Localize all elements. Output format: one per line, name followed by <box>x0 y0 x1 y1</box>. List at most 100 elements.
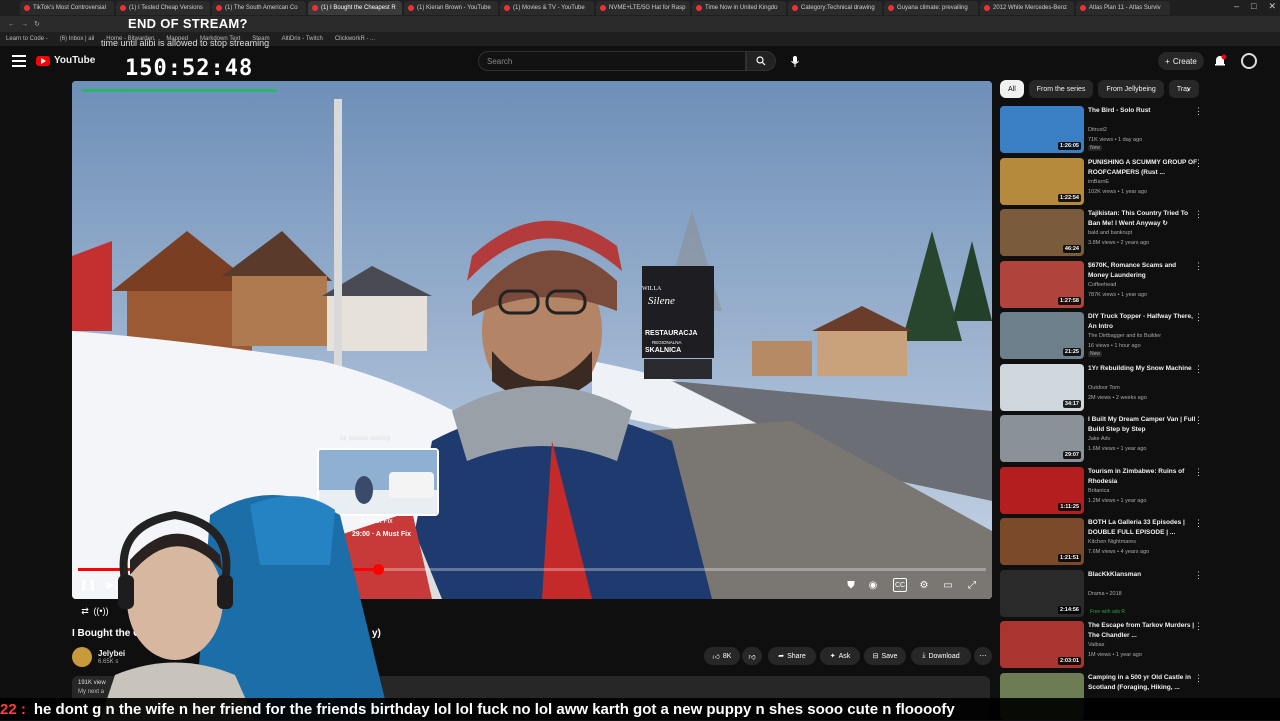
recommendation-item[interactable]: 21:25 DIY Truck Topper - Halfway There, A… <box>1000 312 1205 360</box>
recommendation-title[interactable]: 1Yr Rebuilding My Snow Machine <box>1088 364 1198 374</box>
more-vertical-icon[interactable]: ⋮ <box>1194 673 1203 684</box>
recommendation-thumbnail[interactable]: 1:21:51 <box>1000 518 1084 565</box>
fullscreen-icon[interactable]: ⤢ <box>965 578 979 592</box>
recommendation-item[interactable]: 34:17 1Yr Rebuilding My Snow Machine Outdo… <box>1000 363 1205 412</box>
recommendation-item[interactable]: 1:11:25 Tourism in Zimbabwe: Ruins of Rho… <box>1000 466 1205 515</box>
browser-tab[interactable]: Time Now in United Kingdo <box>692 1 786 15</box>
more-vertical-icon[interactable]: ⋮ <box>1194 467 1203 478</box>
recommendation-channel[interactable]: Vaibas <box>1088 642 1104 648</box>
recommendation-channel[interactable]: bald and bankrupt <box>1088 230 1132 236</box>
captions-icon[interactable]: CC <box>893 578 907 592</box>
more-vertical-icon[interactable]: ⋮ <box>1194 364 1203 375</box>
browser-tab[interactable]: NVME+LTE/5G Hat for Rasp <box>596 1 690 15</box>
browser-tab[interactable]: (1) I Bought the Cheapest R <box>308 1 402 15</box>
more-vertical-icon[interactable]: ⋮ <box>1194 158 1203 169</box>
more-vertical-icon[interactable]: ⋮ <box>1194 106 1203 117</box>
close-icon[interactable]: ✕ <box>1268 1 1276 12</box>
recommendation-channel[interactable]: Jake Adv <box>1088 436 1110 442</box>
dislike-button[interactable]: 👎︎ <box>742 647 762 665</box>
search-input[interactable]: Search <box>478 51 746 71</box>
recommendation-thumbnail[interactable]: 2:03:01 <box>1000 621 1084 668</box>
autoplay-toggle-icon[interactable]: ◉ <box>866 578 880 592</box>
recommendation-title[interactable]: PUNISHING A SCUMMY GROUP OF ROOFCAMPERS … <box>1088 158 1198 178</box>
more-vertical-icon[interactable]: ⋮ <box>1194 209 1203 220</box>
recommendation-thumbnail[interactable]: 1:22:54 <box>1000 157 1084 205</box>
recommendation-thumbnail[interactable]: 1:27:58 <box>1000 260 1084 308</box>
recommendation-thumbnail[interactable]: 29:07 <box>1000 415 1084 462</box>
recommendation-item[interactable]: 1:27:58 $670K, Romance Scams and Money La… <box>1000 260 1205 309</box>
recommendation-item[interactable]: 1:21:51 BOTH La Galleria 33 Episodes | DO… <box>1000 518 1205 566</box>
filter-chip[interactable]: From Jellybeing <box>1098 80 1164 98</box>
create-button[interactable]: + Create <box>1158 52 1204 70</box>
maximize-icon[interactable]: □ <box>1251 1 1256 12</box>
more-vertical-icon[interactable]: ⋮ <box>1194 570 1203 581</box>
recommendation-thumbnail[interactable]: 1:11:25 <box>1000 466 1084 514</box>
recommendation-thumbnail[interactable]: 1:26:05 <box>1000 106 1084 153</box>
recommendation-title[interactable]: I Built My Dream Camper Van | Full Build… <box>1088 415 1198 435</box>
filter-chip[interactable]: From the series <box>1028 80 1094 98</box>
recommendation-item[interactable]: 2:03:01 The Escape from Tarkov Murders | … <box>1000 621 1205 669</box>
browser-tab[interactable]: Category:Technical drawing <box>788 1 882 15</box>
loop-icon[interactable]: ⇄ <box>79 605 91 617</box>
like-button[interactable]: 👍︎ 8K <box>704 647 740 665</box>
recommendation-thumbnail[interactable]: 21:25 <box>1000 312 1084 359</box>
browser-tab[interactable]: Atlas Plan 11 - Atlas Surviv <box>1076 1 1170 15</box>
bookmark-item[interactable]: Learn to Code - <box>6 36 48 42</box>
recommendation-channel[interactable]: Ditrust2 <box>1088 127 1107 133</box>
more-vertical-icon[interactable]: ⋮ <box>1194 261 1203 272</box>
browser-tab[interactable]: (1) Movies & TV - YouTube <box>500 1 594 15</box>
download-button[interactable]: ⤓ Download <box>911 647 971 665</box>
recommendation-title[interactable]: BlacKkKlansman <box>1088 570 1198 580</box>
theater-mode-icon[interactable]: ▭ <box>941 578 955 592</box>
recommendation-title[interactable]: The Escape from Tarkov Murders | The Cha… <box>1088 621 1198 641</box>
notifications-bell-icon[interactable] <box>1213 54 1227 68</box>
bookmark-item[interactable]: ClickworkR - ... <box>335 36 375 42</box>
browser-tab[interactable]: 2012 White Mercedes-Benz <box>980 1 1074 15</box>
recommendation-title[interactable]: Camping in a 500 yr Old Castle in Scotla… <box>1088 673 1198 693</box>
more-actions-button[interactable]: ⋯ <box>974 647 992 665</box>
browser-tab[interactable]: (1) Kieran Brown - YouTube <box>404 1 498 15</box>
recommendation-title[interactable]: BOTH La Galleria 33 Episodes | DOUBLE FU… <box>1088 518 1198 538</box>
recommendation-item[interactable]: 2:14:56 BlacKkKlansman Drama • 2018 Free wi… <box>1000 569 1205 618</box>
more-vertical-icon[interactable]: ⋮ <box>1194 621 1203 632</box>
recommendation-thumbnail[interactable]: 2:14:56 <box>1000 569 1084 617</box>
pause-icon[interactable]: ❚❚ <box>80 578 97 592</box>
settings-gear-icon[interactable]: ⚙ <box>917 578 931 592</box>
recommendation-channel[interactable]: Coffeehead <box>1088 282 1116 288</box>
forward-icon[interactable]: → <box>21 21 28 28</box>
recommendation-title[interactable]: $670K, Romance Scams and Money Launderin… <box>1088 261 1198 281</box>
recommendation-channel[interactable]: Britanica <box>1088 488 1109 494</box>
chevron-right-icon[interactable]: › <box>1181 82 1195 96</box>
minimize-icon[interactable]: – <box>1234 1 1239 12</box>
recommendation-title[interactable]: The Bird - Solo Rust <box>1088 106 1198 116</box>
recommendation-item[interactable]: 1:26:05 The Bird - Solo Rust Ditrust2 71K v… <box>1000 106 1205 154</box>
search-button[interactable] <box>746 51 776 71</box>
more-vertical-icon[interactable]: ⋮ <box>1194 518 1203 529</box>
shield-icon[interactable]: ⛊ <box>844 578 858 592</box>
recommendation-item[interactable]: 46:24 Tajikistan: This Country Tried To B… <box>1000 209 1205 257</box>
reload-icon[interactable]: ↻ <box>34 20 40 28</box>
recommendation-title[interactable]: Tajikistan: This Country Tried To Ban Me… <box>1088 209 1198 229</box>
recommendation-item[interactable]: 1:22:54 PUNISHING A SCUMMY GROUP OF ROOFC… <box>1000 157 1205 206</box>
recommendation-item[interactable]: 29:07 I Built My Dream Camper Van | Full … <box>1000 415 1205 463</box>
share-button[interactable]: ➦ Share <box>768 647 816 665</box>
recommendation-channel[interactable]: imBarnE <box>1088 179 1109 185</box>
recommendation-channel[interactable]: Outdoor Tom <box>1088 385 1120 391</box>
save-button[interactable]: ⊟ Save <box>864 647 906 665</box>
more-vertical-icon[interactable]: ⋮ <box>1194 415 1203 426</box>
voice-search-button[interactable] <box>784 51 806 71</box>
browser-tab[interactable]: Guyana climate: prevailing <box>884 1 978 15</box>
back-icon[interactable]: ← <box>8 21 15 28</box>
recommendation-thumbnail[interactable]: 34:17 <box>1000 363 1084 411</box>
more-vertical-icon[interactable]: ⋮ <box>1194 312 1203 323</box>
recommendation-thumbnail[interactable]: 46:24 <box>1000 209 1084 256</box>
hamburger-menu-icon[interactable] <box>12 55 26 67</box>
ask-button[interactable]: ✦ Ask <box>820 647 860 665</box>
recommendation-channel[interactable]: Kitchen Nightmares <box>1088 539 1136 545</box>
account-avatar[interactable] <box>1241 53 1257 69</box>
filter-chip[interactable]: All <box>1000 80 1024 98</box>
recommendation-title[interactable]: DIY Truck Topper - Halfway There, An Int… <box>1088 312 1198 332</box>
recommendation-channel[interactable]: The Dirtbagger and its Builder <box>1088 333 1161 339</box>
recommendation-title[interactable]: Tourism in Zimbabwe: Ruins of Rhodesia <box>1088 467 1198 487</box>
recommendation-channel[interactable]: Drama • 2018 <box>1088 591 1122 597</box>
